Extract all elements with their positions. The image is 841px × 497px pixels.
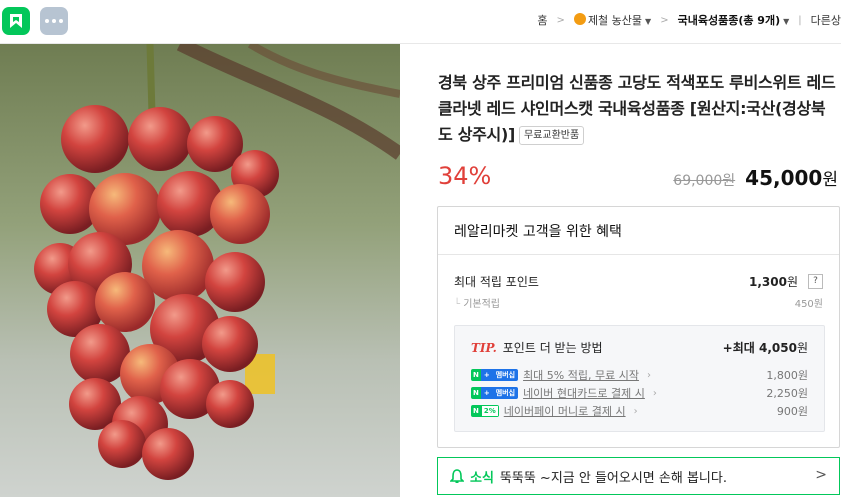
tip-mark: TIP. — [471, 341, 497, 355]
naver-membership-badge: N + 멤버십 — [471, 369, 519, 381]
max-points-value: 1,300원 — [748, 275, 798, 289]
original-price: 69,000원 — [673, 173, 736, 189]
tip-max: +최대 4,050원 — [722, 341, 808, 355]
store-home-icon — [10, 14, 22, 28]
top-bar: 홈 > 제철 농산물 ▼ > 국내육성품종(총 9개) ▼ | 다른상 — [0, 0, 841, 44]
help-icon[interactable]: ? — [808, 274, 823, 289]
chevron-right-icon: > — [815, 467, 827, 483]
chevron-right-icon: › — [646, 369, 651, 381]
max-points-label: 최대 적립 포인트 — [454, 275, 539, 289]
notice-tag: 소식 — [470, 470, 494, 486]
naver-membership-badge: N + 멤버십 — [471, 387, 519, 399]
benefit-box: 레알리마켓 고객을 위한 혜택 최대 적립 포인트 1,300원 ? 기본적립 … — [437, 206, 840, 448]
free-return-badge: 무료교환반품 — [518, 126, 585, 145]
grape-photo — [0, 44, 400, 497]
tip-item-card[interactable]: N + 멤버십 네이버 현대카드로 결제 시 › 2,250원 — [471, 384, 808, 402]
discount-rate: 34% — [438, 162, 492, 190]
naver-pay-badge: N 2% — [471, 405, 499, 417]
product-image[interactable] — [0, 44, 400, 497]
tip-item-money[interactable]: N 2% 네이버페이 머니로 결제 시 › 900원 — [471, 402, 808, 420]
chevron-right-icon: › — [652, 387, 657, 399]
base-points-row: 기본적립 450원 — [454, 295, 823, 310]
breadcrumb-store[interactable]: 제철 농산물 ▼ — [573, 12, 652, 28]
tip-list: N + 멤버십 최대 5% 적립, 무료 시작 › 1,800원 N + 멤버십 네이버 … — [471, 366, 808, 420]
max-points-row: 최대 적립 포인트 1,300원 ? — [454, 273, 823, 290]
bell-icon — [450, 468, 464, 483]
base-points-label: 기본적립 — [454, 295, 500, 310]
tip-item-membership[interactable]: N + 멤버십 최대 5% 적립, 무료 시작 › 1,800원 — [471, 366, 808, 384]
notice-text: 뚝뚝뚝 ~지금 안 들어오시면 손해 봅니다. — [499, 470, 727, 486]
more-button[interactable] — [40, 7, 68, 35]
price-row: 69,000원 45,000원 — [673, 165, 838, 190]
store-notice[interactable]: 소식 뚝뚝뚝 ~지금 안 들어오시면 손해 봅니다. > — [437, 457, 840, 495]
more-dots-icon — [45, 19, 49, 23]
benefit-heading: 레알리마켓 고객을 위한 혜택 — [438, 207, 839, 255]
base-points-value: 450원 — [794, 299, 823, 310]
store-home-button[interactable] — [2, 7, 30, 35]
breadcrumb: 홈 > 제철 농산물 ▼ > 국내육성품종(총 9개) ▼ | 다른상 — [537, 12, 841, 28]
tip-header: TIP. 포인트 더 받는 방법 +최대 4,050원 — [471, 339, 808, 356]
tip-label: 포인트 더 받는 방법 — [502, 341, 603, 355]
product-title: 경북 상주 프리미엄 신품종 고당도 적색포도 루비스위트 레드클라넷 레드 샤… — [438, 73, 836, 145]
chevron-down-icon: ▼ — [645, 17, 652, 26]
breadcrumb-category[interactable]: 국내육성품종(총 9개) ▼ — [678, 12, 790, 28]
chevron-down-icon: ▼ — [783, 17, 790, 26]
breadcrumb-home[interactable]: 홈 — [537, 12, 547, 28]
sale-price: 45,000원 — [745, 166, 838, 190]
store-logo-icon — [573, 13, 586, 25]
breadcrumb-next[interactable]: 다른상 — [811, 12, 841, 28]
tip-box: TIP. 포인트 더 받는 방법 +최대 4,050원 N + 멤버십 최대 5% 적… — [454, 325, 825, 432]
chevron-right-icon: › — [633, 405, 638, 417]
